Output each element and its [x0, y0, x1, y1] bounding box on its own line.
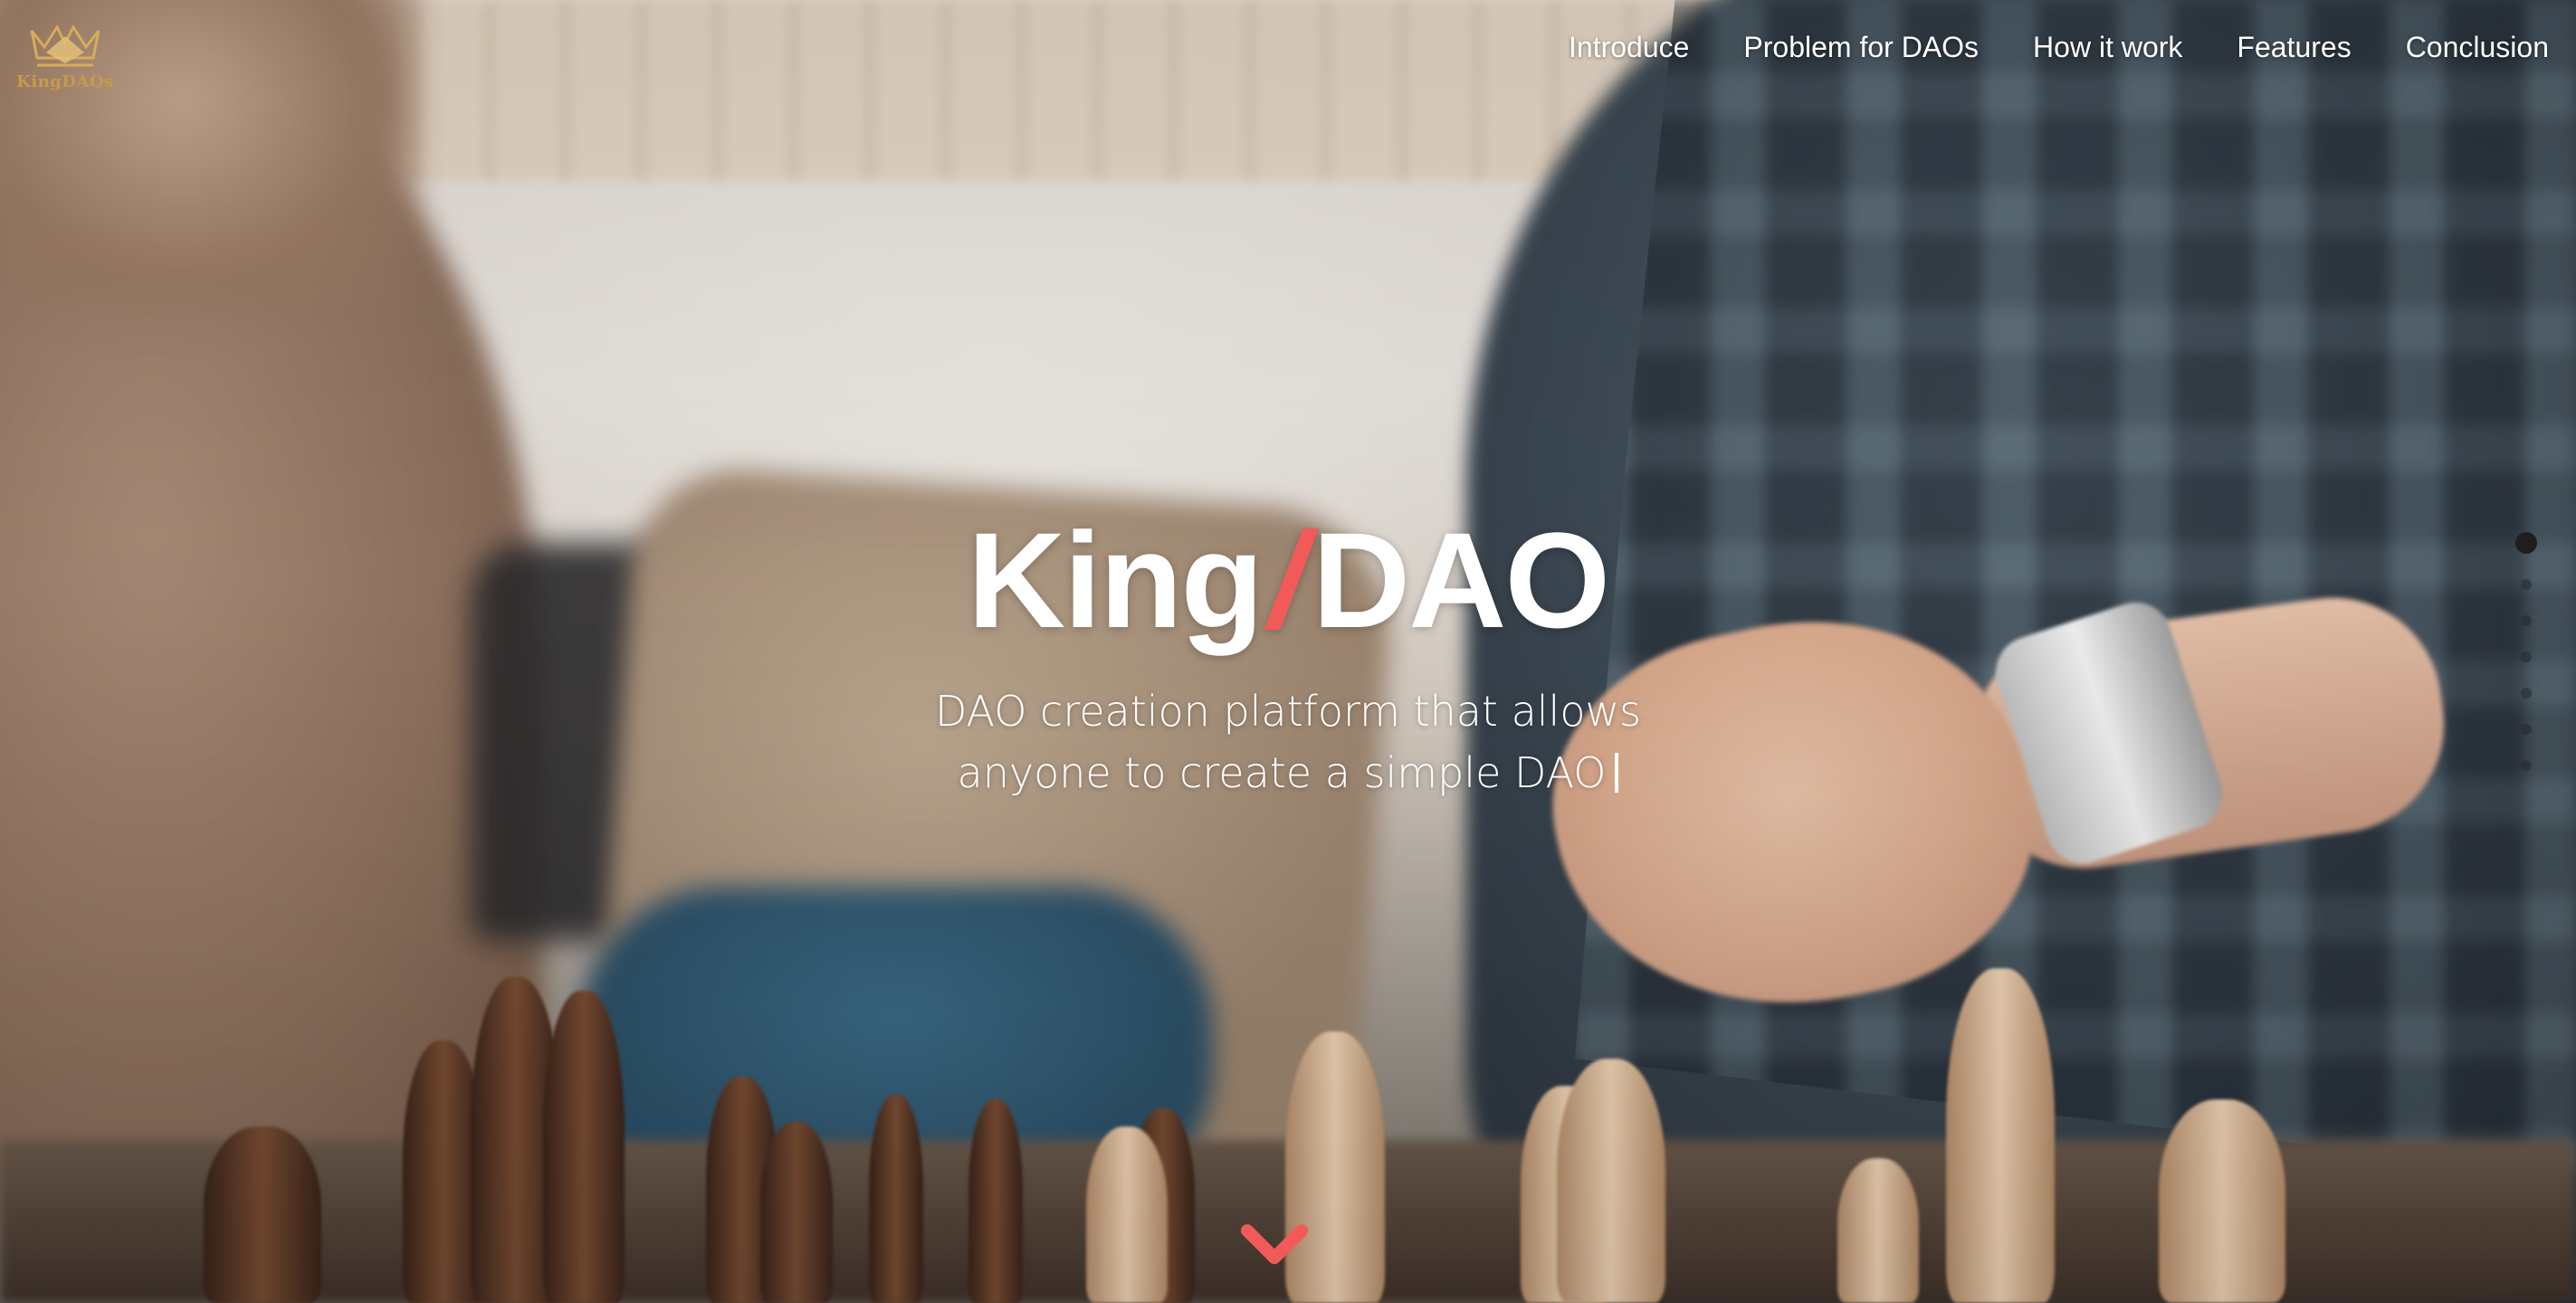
top-navigation: Introduce Problem for DAOs How it work F… — [1569, 27, 2549, 67]
section-dots-nav — [2513, 532, 2540, 771]
hero-subtitle-line-2: anyone to create a simple DAO — [957, 748, 1607, 797]
hero-subtitle: DAO creation platform that allows anyone… — [0, 680, 2576, 804]
section-dot-4[interactable] — [2521, 652, 2532, 662]
nav-item-conclusion[interactable]: Conclusion — [2406, 31, 2549, 64]
section-dot-2[interactable] — [2521, 579, 2532, 590]
section-dot-7[interactable] — [2521, 760, 2532, 771]
section-dot-1[interactable] — [2515, 532, 2537, 554]
hero-subtitle-line-2-wrap: anyone to create a simple DAO — [0, 742, 2576, 804]
hero-title: King/DAO — [0, 512, 2576, 648]
typing-caret — [1615, 753, 1619, 793]
hero-title-slash: / — [1269, 504, 1307, 656]
hero-title-left: King — [967, 504, 1264, 656]
section-dot-3[interactable] — [2521, 615, 2532, 626]
chevron-down-icon[interactable] — [1240, 1222, 1309, 1269]
nav-item-problem-for-daos[interactable]: Problem for DAOs — [1743, 31, 1979, 64]
crown-icon — [30, 24, 100, 67]
section-dot-6[interactable] — [2521, 724, 2532, 735]
nav-item-features[interactable]: Features — [2237, 31, 2351, 64]
hero-title-right: DAO — [1312, 504, 1610, 656]
hero-subtitle-line-1: DAO creation platform that allows — [934, 687, 1642, 736]
logo-text: KingDAOs — [16, 72, 114, 91]
nav-item-introduce[interactable]: Introduce — [1569, 31, 1689, 64]
nav-item-how-it-work[interactable]: How it work — [2033, 31, 2182, 64]
section-dot-5[interactable] — [2521, 688, 2532, 699]
brand-logo[interactable]: KingDAOs — [16, 16, 114, 100]
